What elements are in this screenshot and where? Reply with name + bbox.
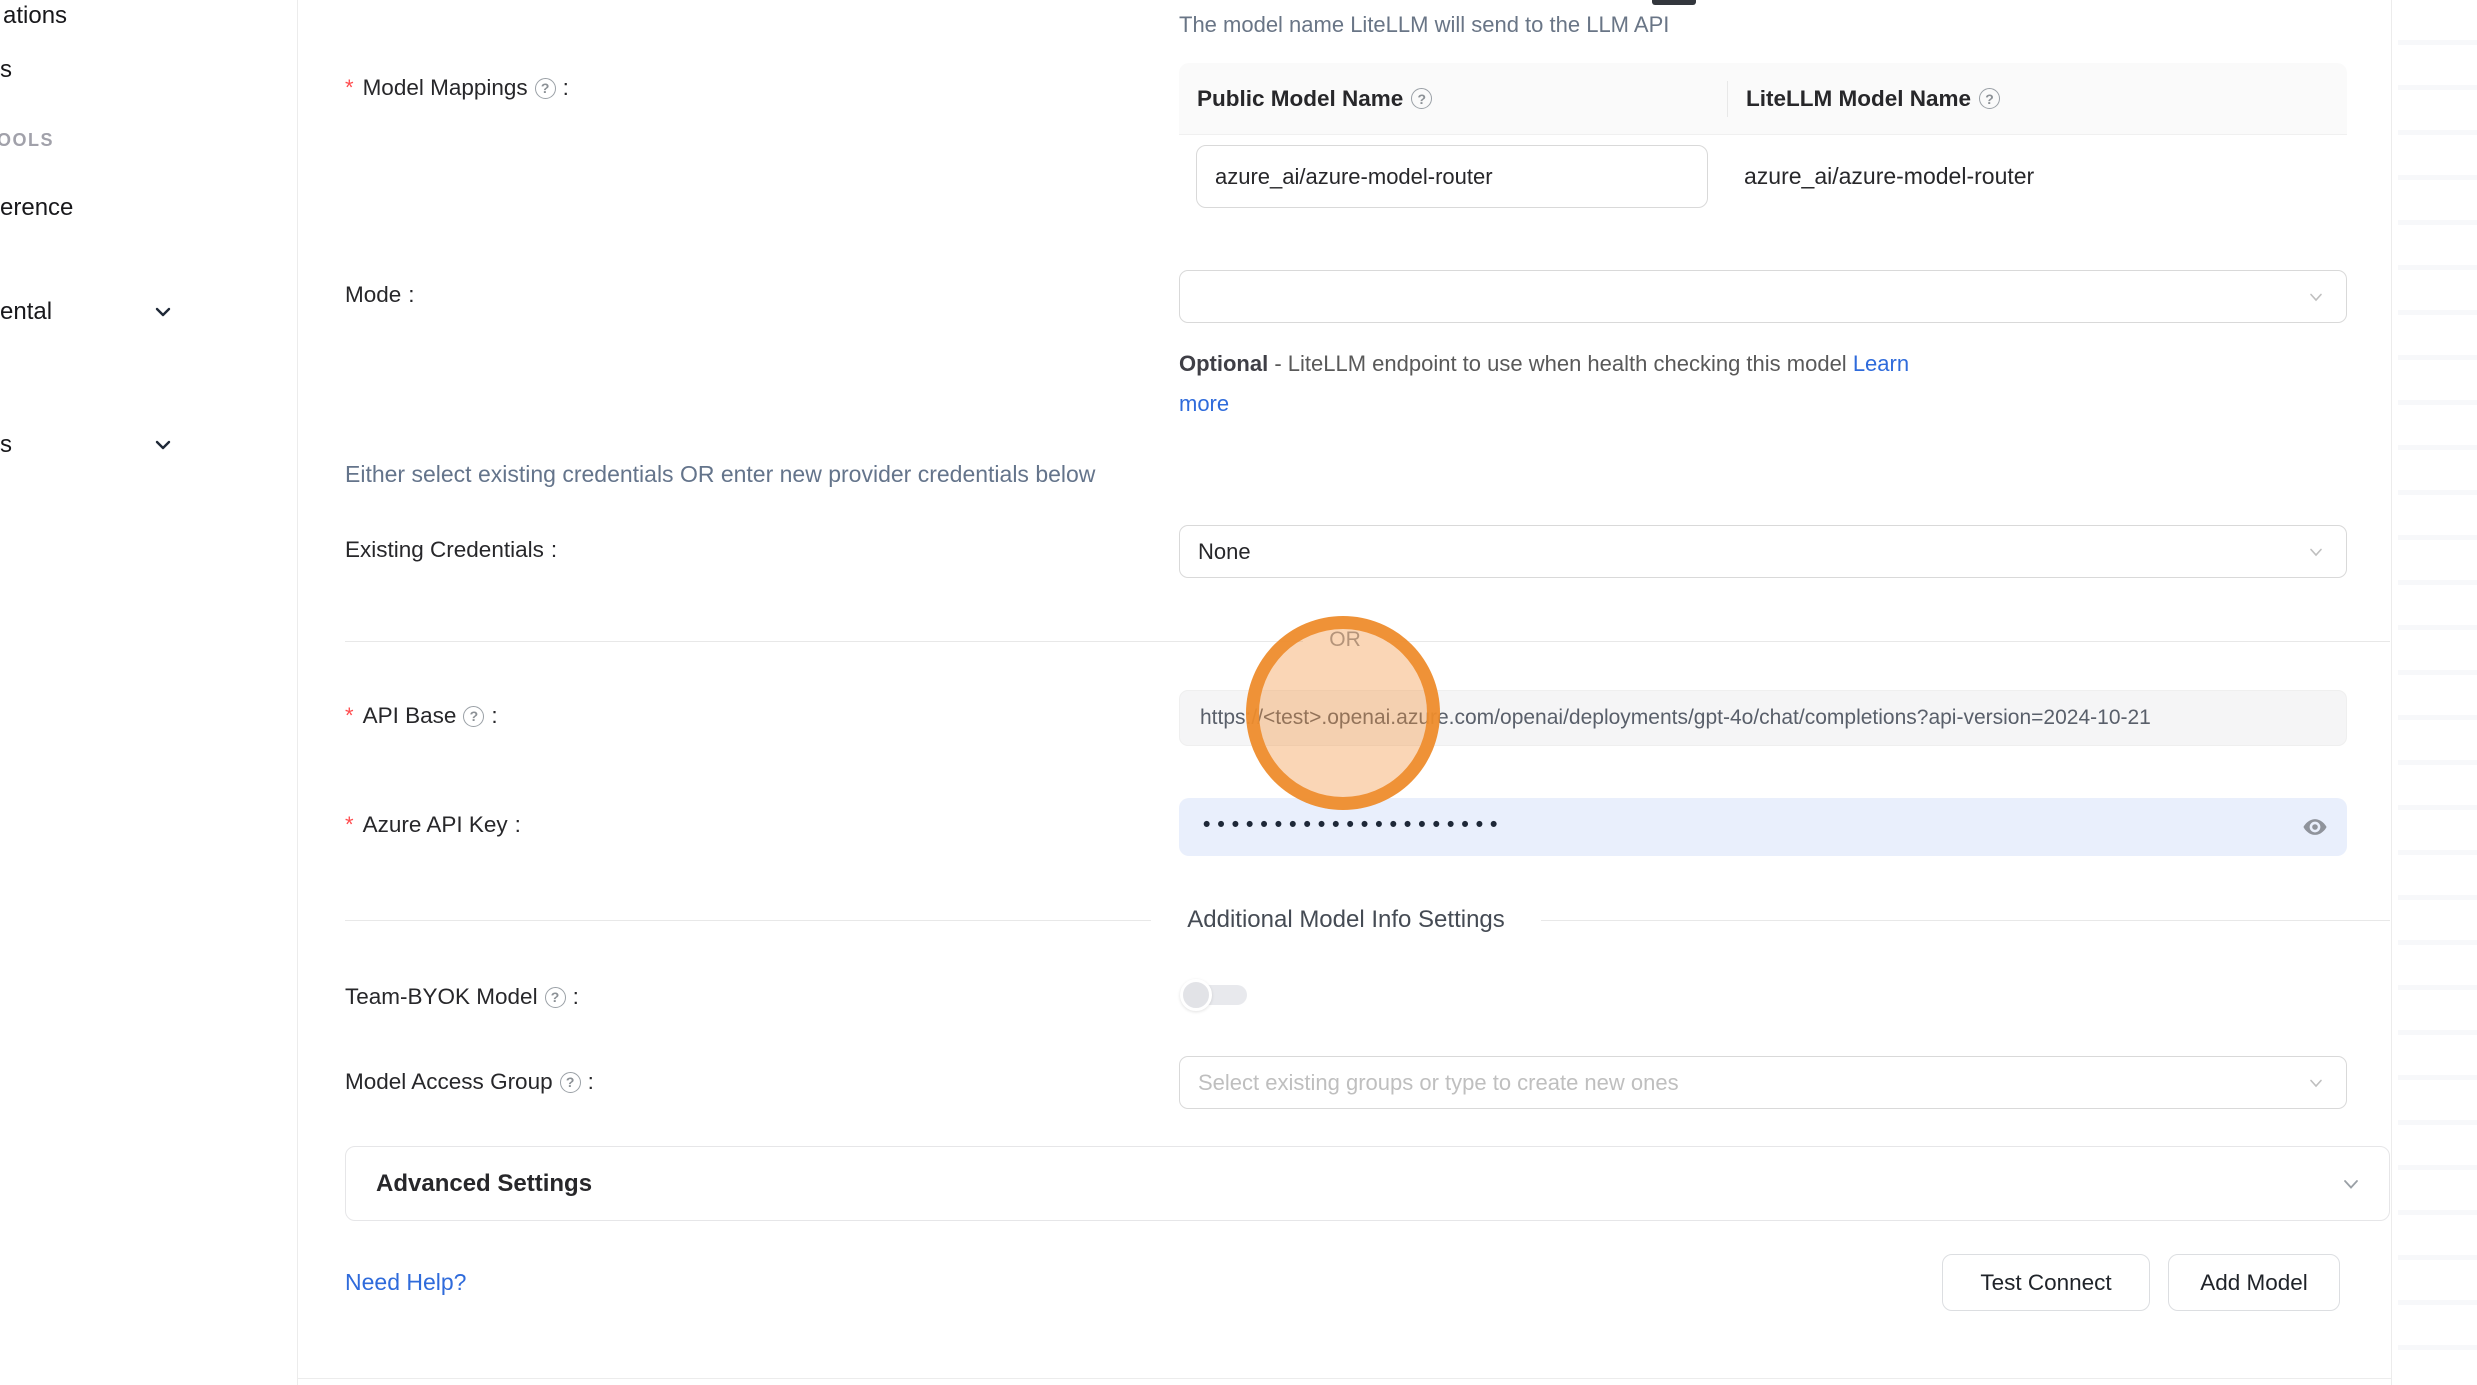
column-header-litellm-model-name: LiteLLM Model Name ? <box>1727 86 2000 112</box>
learn-more-link[interactable]: Learn <box>1853 351 1909 376</box>
required-asterisk: * <box>345 703 354 729</box>
info-divider-line-left <box>345 920 1151 921</box>
panel-bottom-border <box>298 1378 2391 1379</box>
model-mappings-table: Public Model Name ? LiteLLM Model Name ?… <box>1179 63 2347 224</box>
learn-more-link[interactable]: more <box>1179 391 1229 416</box>
api-base-value: https://<test>.openai.azure.com/openai/d… <box>1200 706 2151 730</box>
mode-label: Mode : <box>345 282 415 308</box>
add-model-button[interactable]: Add Model <box>2168 1254 2340 1311</box>
credentials-note: Either select existing credentials OR en… <box>345 461 1095 488</box>
sidebar-item-fragment-s[interactable]: s <box>0 56 12 84</box>
sidebar-item-fragment-ations[interactable]: ations <box>3 2 67 30</box>
help-icon[interactable]: ? <box>560 1072 581 1093</box>
existing-credentials-label: Existing Credentials : <box>345 537 557 563</box>
required-asterisk: * <box>345 812 354 838</box>
advanced-settings-title: Advanced Settings <box>376 1170 592 1198</box>
api-base-input[interactable]: https://<test>.openai.azure.com/openai/d… <box>1179 690 2347 746</box>
chevron-down-icon <box>152 434 174 456</box>
panel-right-border <box>2391 0 2392 1385</box>
sidebar-item-fragment-ental[interactable]: ental <box>0 298 52 326</box>
sidebar-item-fragment-erence[interactable]: erence <box>0 194 73 222</box>
existing-credentials-select[interactable]: None <box>1179 525 2347 578</box>
api-base-label: * API Base ? : <box>345 703 498 729</box>
sidebar-nav: ations s OOLS erence ental s <box>0 0 298 1385</box>
add-model-page: ations s OOLS erence ental s The model n… <box>0 0 2477 1385</box>
info-divider-line-right <box>1541 920 2390 921</box>
team-byok-label: Team-BYOK Model ? : <box>345 984 579 1010</box>
chevron-down-icon <box>2308 544 2324 560</box>
azure-api-key-input[interactable]: ••••••••••••••••••••• <box>1179 798 2347 856</box>
or-divider-text: OR <box>1305 628 1385 652</box>
table-header-row: Public Model Name ? LiteLLM Model Name ? <box>1179 63 2347 134</box>
sidebar-item-fragment-s2[interactable]: s <box>0 431 12 459</box>
model-access-group-select[interactable]: Select existing groups or type to create… <box>1179 1056 2347 1109</box>
litellm-model-name-value: azure_ai/azure-model-router <box>1744 134 2034 219</box>
chevron-down-icon <box>2308 289 2324 305</box>
mode-help-text: Optional - LiteLLM endpoint to use when … <box>1179 344 2009 424</box>
info-divider-text: Additional Model Info Settings <box>1156 906 1536 934</box>
help-icon[interactable]: ? <box>545 987 566 1008</box>
header-column-divider <box>1727 81 1728 117</box>
model-access-group-placeholder: Select existing groups or type to create… <box>1198 1070 1679 1096</box>
help-icon[interactable]: ? <box>1411 88 1432 109</box>
required-asterisk: * <box>345 75 354 101</box>
model-mappings-label: * Model Mappings ? : <box>345 75 569 101</box>
mode-select[interactable] <box>1179 270 2347 323</box>
chevron-down-icon <box>2308 1075 2324 1091</box>
or-divider-line-left <box>345 641 1303 642</box>
masked-api-key: ••••••••••••••••••••• <box>1203 813 1504 837</box>
team-byok-toggle[interactable] <box>1180 978 1250 1012</box>
existing-credentials-value: None <box>1198 539 1251 565</box>
azure-api-key-label: * Azure API Key : <box>345 812 521 838</box>
model-name-note: The model name LiteLLM will send to the … <box>1179 12 1669 38</box>
help-icon[interactable]: ? <box>535 78 556 99</box>
or-divider-line-right <box>1387 641 2390 642</box>
sidebar-section-tools: OOLS <box>0 130 54 151</box>
chevron-down-icon <box>2341 1174 2361 1194</box>
test-connect-button[interactable]: Test Connect <box>1942 1254 2150 1311</box>
background-skeleton-right <box>2398 0 2477 1385</box>
model-access-group-label: Model Access Group ? : <box>345 1069 594 1095</box>
help-icon[interactable]: ? <box>1979 88 2000 109</box>
need-help-link[interactable]: Need Help? <box>345 1269 466 1296</box>
table-row: azure_ai/azure-model-router <box>1179 134 2347 224</box>
advanced-settings-panel[interactable]: Advanced Settings <box>345 1146 2390 1221</box>
public-model-name-input[interactable] <box>1196 145 1708 208</box>
chevron-down-icon <box>152 301 174 323</box>
column-header-public-model-name: Public Model Name ? <box>1179 86 1727 112</box>
eye-icon[interactable] <box>2301 813 2329 841</box>
cropped-element-fragment <box>1652 0 1696 5</box>
help-icon[interactable]: ? <box>463 706 484 727</box>
